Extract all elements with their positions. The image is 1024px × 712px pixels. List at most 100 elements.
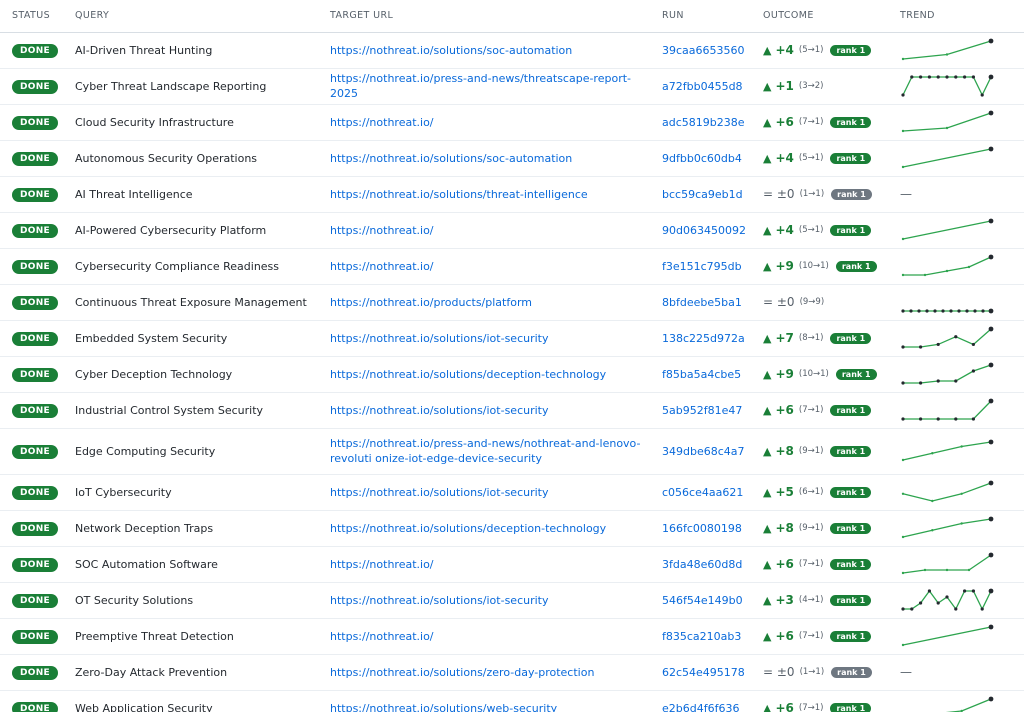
table-row[interactable]: DONE AI-Powered Cybersecurity Platform htt… — [0, 212, 1024, 249]
trend-point — [957, 309, 961, 313]
target-url-link[interactable]: https://nothreat.io/solutions/iot-securi… — [330, 594, 549, 607]
trend-point — [981, 309, 985, 313]
trend-point — [954, 379, 958, 383]
target-url-link[interactable]: https://nothreat.io/solutions/iot-securi… — [330, 486, 549, 499]
trend-point — [901, 237, 905, 241]
trend-last-point — [988, 326, 994, 332]
arrow-up-icon: ▲ — [763, 331, 772, 345]
run-id-link[interactable]: 62c54e495178 — [662, 666, 745, 679]
cell-outcome: = ±0 (1→1) rank 1 — [751, 176, 888, 213]
table-row[interactable]: DONE IoT Cybersecurity https://nothreat.io… — [0, 474, 1024, 511]
target-url-link[interactable]: https://nothreat.io/press-and-news/nothr… — [330, 437, 640, 465]
target-url-link[interactable]: https://nothreat.io/press-and-news/threa… — [330, 72, 631, 100]
table-row[interactable]: DONE Cybersecurity Compliance Readiness ht… — [0, 248, 1024, 285]
trend-point — [931, 499, 934, 503]
target-url-link[interactable]: https://nothreat.io/ — [330, 224, 434, 237]
trend-point — [967, 265, 971, 269]
trend-point — [971, 342, 975, 347]
run-id-link[interactable]: 546f54e149b0 — [662, 594, 743, 607]
target-url-link[interactable]: https://nothreat.io/solutions/deception-… — [330, 522, 606, 535]
outcome-range: (7→1) — [798, 405, 824, 415]
trend-point — [901, 309, 905, 313]
table-row[interactable]: DONE Cyber Threat Landscape Reporting http… — [0, 68, 1024, 105]
table-row[interactable]: DONE Industrial Control System Security ht… — [0, 392, 1024, 429]
status-badge: DONE — [12, 43, 59, 58]
table-row[interactable]: DONE Embedded System Security https://noth… — [0, 320, 1024, 357]
cell-target-url: https://nothreat.io/ — [318, 618, 650, 655]
trend-last-point — [988, 439, 994, 445]
target-url-link[interactable]: https://nothreat.io/solutions/iot-securi… — [330, 332, 549, 345]
run-id-link[interactable]: a72fbb0455d8 — [662, 80, 743, 93]
run-id-link[interactable]: 8bfdeebe5ba1 — [662, 296, 742, 309]
table-row[interactable]: DONE Web Application Security https://noth… — [0, 690, 1024, 712]
table-row[interactable]: DONE Edge Computing Security https://nothr… — [0, 428, 1024, 475]
run-id-link[interactable]: 39caa6653560 — [662, 44, 745, 57]
trend-last-point — [988, 74, 994, 80]
arrow-up-icon: ▲ — [763, 115, 772, 129]
run-id-link[interactable]: 5ab952f81e47 — [662, 404, 742, 417]
cell-outcome: ▲ +6 (7→1) rank 1 — [751, 104, 888, 141]
target-url-link[interactable]: https://nothreat.io/solutions/zero-day-p… — [330, 666, 594, 679]
header-target-url[interactable]: TARGET URL — [318, 0, 650, 33]
run-id-link[interactable]: f85ba5a4cbe5 — [662, 368, 741, 381]
table-row[interactable]: DONE Cloud Security Infrastructure https:/… — [0, 104, 1024, 141]
target-url-link[interactable]: https://nothreat.io/ — [330, 630, 434, 643]
target-url-link[interactable]: https://nothreat.io/ — [330, 116, 434, 129]
target-url-link[interactable]: https://nothreat.io/solutions/iot-securi… — [330, 404, 549, 417]
outcome-range: (4→1) — [798, 595, 824, 605]
table-row[interactable]: DONE AI Threat Intelligence https://nothre… — [0, 176, 1024, 213]
run-id-link[interactable]: 9dfbb0c60db4 — [662, 152, 742, 165]
rank-badge: rank 1 — [830, 445, 872, 457]
cell-query: Embedded System Security — [63, 320, 318, 357]
target-url-link[interactable]: https://nothreat.io/solutions/soc-automa… — [330, 152, 572, 165]
cell-run: adc5819b238e — [650, 104, 751, 141]
cell-outcome: ▲ +9 (10→1) rank 1 — [751, 356, 888, 393]
table-row[interactable]: DONE SOC Automation Software https://nothr… — [0, 546, 1024, 583]
table-row[interactable]: DONE Zero-Day Attack Prevention https://no… — [0, 654, 1024, 691]
run-id-link[interactable]: c056ce4aa621 — [662, 486, 743, 499]
cell-status: DONE — [0, 32, 63, 69]
trend-point — [936, 601, 940, 605]
trend-line — [903, 400, 992, 420]
target-url-link[interactable]: https://nothreat.io/ — [330, 260, 434, 273]
header-trend[interactable]: TREND — [888, 0, 1024, 33]
cell-status: DONE — [0, 320, 63, 357]
outcome-range: (10→1) — [798, 261, 829, 271]
table-row[interactable]: DONE AI-Driven Threat Hunting https://noth… — [0, 32, 1024, 69]
target-url-link[interactable]: https://nothreat.io/solutions/threat-int… — [330, 188, 588, 201]
run-id-link[interactable]: adc5819b238e — [662, 116, 745, 129]
table-row[interactable]: DONE Continuous Threat Exposure Managemen… — [0, 284, 1024, 321]
run-id-link[interactable]: f3e151c795db — [662, 260, 742, 273]
target-url-link[interactable]: https://nothreat.io/products/platform — [330, 296, 532, 309]
table-row[interactable]: DONE Cyber Deception Technology https://no… — [0, 356, 1024, 393]
run-id-link[interactable]: 166fc0080198 — [662, 522, 742, 535]
target-url-link[interactable]: https://nothreat.io/solutions/web-securi… — [330, 702, 557, 712]
table-row[interactable]: DONE Autonomous Security Operations https:… — [0, 140, 1024, 177]
header-run[interactable]: RUN — [650, 0, 751, 33]
header-status[interactable]: STATUS — [0, 0, 63, 33]
table-row[interactable]: DONE Network Deception Traps https://nothr… — [0, 510, 1024, 547]
table-row[interactable]: DONE OT Security Solutions https://nothrea… — [0, 582, 1024, 619]
status-badge: DONE — [12, 367, 59, 382]
header-outcome[interactable]: OUTCOME — [751, 0, 888, 33]
arrow-up-icon: ▲ — [763, 444, 772, 458]
cell-target-url: https://nothreat.io/ — [318, 546, 650, 583]
cell-run: e2b6d4f6f636 — [650, 690, 751, 712]
status-badge: DONE — [12, 259, 59, 274]
run-id-link[interactable]: 138c225d972a — [662, 332, 745, 345]
table-row[interactable]: DONE Preemptive Threat Detection https://n… — [0, 618, 1024, 655]
cell-target-url: https://nothreat.io/ — [318, 248, 650, 285]
target-url-link[interactable]: https://nothreat.io/ — [330, 558, 434, 571]
run-id-link[interactable]: 349dbe68c4a7 — [662, 445, 745, 458]
cell-query: AI-Powered Cybersecurity Platform — [63, 212, 318, 249]
run-id-link[interactable]: 90d063450092 — [662, 224, 746, 237]
target-url-link[interactable]: https://nothreat.io/solutions/soc-automa… — [330, 44, 572, 57]
status-badge: DONE — [12, 485, 59, 500]
run-id-link[interactable]: 3fda48e60d8d — [662, 558, 742, 571]
run-id-link[interactable]: e2b6d4f6f636 — [662, 702, 739, 712]
header-query[interactable]: QUERY — [63, 0, 318, 33]
cell-target-url: https://nothreat.io/solutions/iot-securi… — [318, 582, 650, 619]
run-id-link[interactable]: bcc59ca9eb1d — [662, 188, 743, 201]
target-url-link[interactable]: https://nothreat.io/solutions/deception-… — [330, 368, 606, 381]
run-id-link[interactable]: f835ca210ab3 — [662, 630, 741, 643]
